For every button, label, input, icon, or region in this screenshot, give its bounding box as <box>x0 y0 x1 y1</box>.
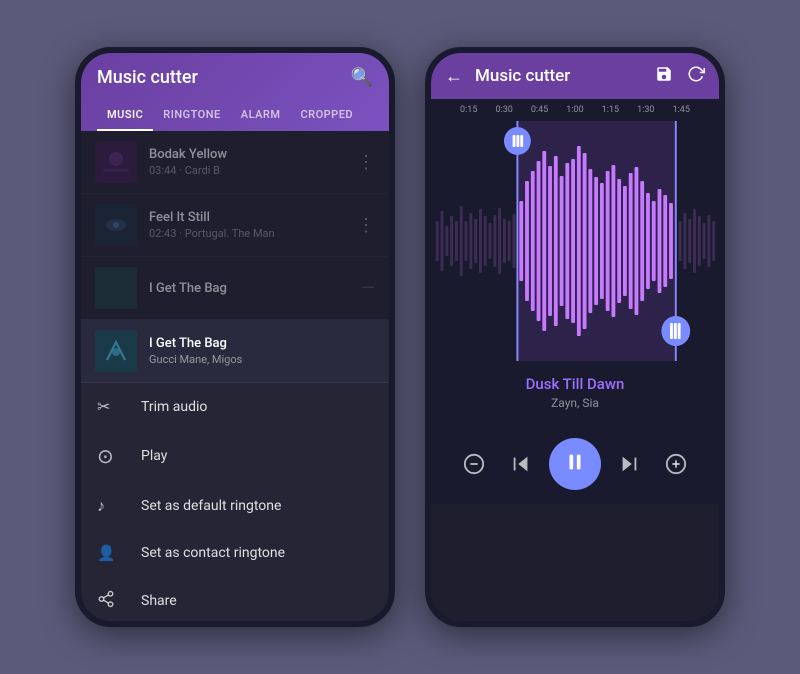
song-title: Feel It Still <box>149 210 357 225</box>
playback-controls <box>431 424 719 504</box>
album-art-bag-dim <box>95 267 137 309</box>
increase-button[interactable] <box>658 446 694 482</box>
menu-contact-ringtone[interactable]: 👤 Set as contact ringtone <box>81 530 389 576</box>
play-icon: ⊙ <box>97 444 125 468</box>
tab-music[interactable]: MUSIC <box>97 100 153 131</box>
marker-130: 1:30 <box>637 105 654 115</box>
list-item[interactable]: Bodak Yellow 03:44 · Cardi B ⋮ <box>81 131 389 194</box>
music-info-feel: Feel It Still 02:43 · Portugal. The Man <box>149 210 357 240</box>
refresh-icon[interactable] <box>687 65 705 87</box>
timeline-ruler: 0:15 0:30 0:45 1:00 1:15 1:30 1:45 <box>431 99 719 121</box>
selected-song-title: I Get The Bag <box>149 336 375 351</box>
menu-default-ringtone[interactable]: ♪ Set as default ringtone <box>81 482 389 530</box>
more-icon-dim: — <box>361 278 375 299</box>
search-icon[interactable]: 🔍 <box>351 67 373 88</box>
marker-030: 0:30 <box>495 105 512 115</box>
song-subtitle: 02:43 · Portugal. The Man <box>149 227 357 240</box>
selected-song-header: I Get The Bag Gucci Mane, Migos <box>81 320 389 383</box>
now-playing-artist: Zayn, Sia <box>445 396 705 410</box>
menu-play-label: Play <box>141 448 167 464</box>
selected-song-subtitle: Gucci Mane, Migos <box>149 353 375 366</box>
menu-play[interactable]: ⊙ Play <box>81 430 389 482</box>
marker-100: 1:00 <box>566 105 583 115</box>
tab-ringtone[interactable]: RINGTONE <box>153 100 231 131</box>
next-button[interactable] <box>611 446 647 482</box>
tabs-bar: MUSIC RINGTONE ALARM CROPPED <box>97 100 373 131</box>
marker-015: 0:15 <box>460 105 477 115</box>
album-art-bag <box>95 330 137 372</box>
list-item[interactable]: Feel It Still 02:43 · Portugal. The Man … <box>81 194 389 257</box>
decrease-button[interactable] <box>456 446 492 482</box>
album-art-feel <box>95 204 137 246</box>
right-phone: ← Music cutter 0:15 0:30 0:45 1:00 1:15 … <box>425 47 725 627</box>
waveform-svg <box>431 121 719 361</box>
header-icons <box>655 65 705 87</box>
back-button[interactable]: ← <box>445 66 463 87</box>
music-list: Bodak Yellow 03:44 · Cardi B ⋮ Feel It S… <box>81 131 389 320</box>
pause-icon <box>564 451 586 478</box>
menu-default-ringtone-label: Set as default ringtone <box>141 498 281 514</box>
music-info-bag-dim: I Get The Bag <box>149 281 361 296</box>
song-title: Bodak Yellow <box>149 147 357 162</box>
now-playing-title: Dusk Till Dawn <box>445 375 705 393</box>
menu-trim-label: Trim audio <box>141 399 207 415</box>
menu-share-label: Share <box>141 593 177 609</box>
marker-115: 1:15 <box>602 105 619 115</box>
pause-button[interactable] <box>549 438 601 490</box>
context-menu: ✂ Trim audio ⊙ Play ♪ Set as default rin… <box>81 383 389 627</box>
right-header: ← Music cutter <box>431 53 719 99</box>
left-app-title: Music cutter <box>97 67 198 88</box>
menu-trim-audio[interactable]: ✂ Trim audio <box>81 383 389 430</box>
tab-alarm[interactable]: ALARM <box>231 100 291 131</box>
marker-045: 0:45 <box>531 105 548 115</box>
more-icon[interactable]: ⋮ <box>357 152 375 173</box>
selected-song-info: I Get The Bag Gucci Mane, Migos <box>149 336 375 366</box>
song-info-area: Dusk Till Dawn Zayn, Sia <box>431 361 719 424</box>
menu-share[interactable]: Share <box>81 576 389 626</box>
song-title: I Get The Bag <box>149 281 361 296</box>
contact-ringtone-icon: 👤 <box>97 544 125 562</box>
album-art-bodak <box>95 141 137 183</box>
more-icon[interactable]: ⋮ <box>357 215 375 236</box>
main-container: Music cutter 🔍 MUSIC RINGTONE ALARM CROP… <box>55 27 745 647</box>
left-header: Music cutter 🔍 MUSIC RINGTONE ALARM CROP… <box>81 53 389 131</box>
trim-icon: ✂ <box>97 397 125 416</box>
waveform-area[interactable] <box>431 121 719 361</box>
marker-145: 1:45 <box>673 105 690 115</box>
music-info-bodak: Bodak Yellow 03:44 · Cardi B <box>149 147 357 177</box>
list-item-partial: I Get The Bag — <box>81 257 389 320</box>
ringtone-icon: ♪ <box>97 496 125 516</box>
menu-contact-ringtone-label: Set as contact ringtone <box>141 545 285 561</box>
right-app-title: Music cutter <box>475 66 643 86</box>
prev-button[interactable] <box>503 446 539 482</box>
menu-delete[interactable]: Delete <box>81 626 389 627</box>
left-phone: Music cutter 🔍 MUSIC RINGTONE ALARM CROP… <box>75 47 395 627</box>
song-subtitle: 03:44 · Cardi B <box>149 164 357 177</box>
tab-cropped[interactable]: CROPPED <box>290 100 363 131</box>
save-icon[interactable] <box>655 65 673 87</box>
share-icon <box>97 590 125 612</box>
